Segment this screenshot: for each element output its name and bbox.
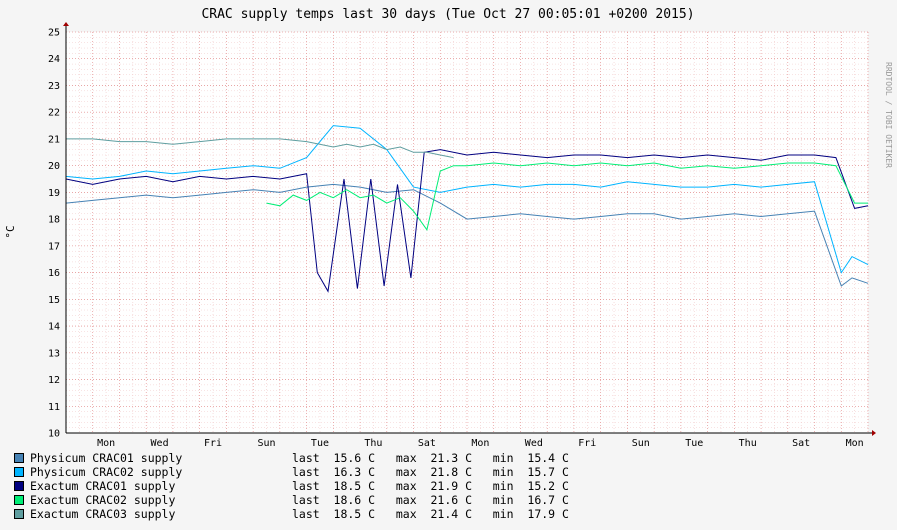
x-tick-label: Sat (418, 438, 436, 449)
y-tick-label: 14 (48, 322, 60, 333)
x-tick-label: Sat (792, 438, 810, 449)
y-tick-label: 21 (48, 134, 60, 145)
x-tick-label: Mon (471, 438, 489, 449)
legend-series-stats: last 16.3 C max 21.8 C min 15.7 C (292, 465, 569, 479)
y-tick-label: 16 (48, 268, 60, 279)
x-tick-label: Mon (97, 438, 115, 449)
x-tick-label: Sun (632, 438, 650, 449)
y-tick-label: 24 (48, 54, 60, 65)
y-tick-label: 10 (48, 429, 60, 440)
x-ticks: Mon Wed Fri Sun Tue Thu Sat Mon Wed Fri Sun Tue Thu S… (97, 438, 864, 449)
x-tick-label: Wed (151, 438, 169, 449)
legend-series-name: Exactum CRAC02 supply (30, 493, 176, 507)
legend-swatch (14, 481, 24, 491)
x-tick-label: Wed (525, 438, 543, 449)
legend-series-name: Physicum CRAC02 supply (30, 465, 183, 479)
legend-swatch (14, 495, 24, 505)
legend-row: Physicum CRAC02 supply last 16.3 C max 21… (14, 465, 569, 479)
legend-series-stats: last 18.5 C max 21.9 C min 15.2 C (292, 479, 569, 493)
y-tick-label: 23 (48, 81, 60, 92)
y-tick-label: 11 (48, 402, 60, 413)
legend-row: Physicum CRAC01 supply last 15.6 C max 21… (14, 451, 569, 465)
x-tick-label: Fri (204, 438, 222, 449)
y-axis-label: °C (4, 225, 17, 238)
legend-series-name: Physicum CRAC01 supply (30, 451, 183, 465)
legend-swatch (14, 453, 24, 463)
x-tick-label: Sun (257, 438, 275, 449)
legend: Physicum CRAC01 supply last 15.6 C max 21… (14, 451, 569, 521)
legend-swatch (14, 509, 24, 519)
x-tick-label: Tue (311, 438, 329, 449)
x-tick-label: Fri (578, 438, 596, 449)
y-tick-label: 19 (48, 188, 60, 199)
y-tick-label: 15 (48, 295, 60, 306)
y-tick-label: 17 (48, 241, 60, 252)
legend-row: Exactum CRAC01 supply last 18.5 C max 21.… (14, 479, 569, 493)
y-tick-label: 12 (48, 375, 60, 386)
legend-series-stats: last 18.5 C max 21.4 C min 17.9 C (292, 507, 569, 521)
chart-title: CRAC supply temps last 30 days (Tue Oct … (201, 7, 694, 22)
y-tick-label: 22 (48, 108, 60, 119)
x-tick-label: Mon (846, 438, 864, 449)
watermark: RRDTOOL / TOBI OETIKER (884, 62, 893, 168)
y-tick-label: 13 (48, 348, 60, 359)
x-tick-label: Thu (739, 438, 757, 449)
y-tick-label: 25 (48, 28, 60, 39)
legend-series-name: Exactum CRAC03 supply (30, 507, 176, 521)
y-tick-label: 20 (48, 161, 60, 172)
legend-series-stats: last 15.6 C max 21.3 C min 15.4 C (292, 451, 569, 465)
x-tick-label: Thu (364, 438, 382, 449)
x-tick-label: Tue (685, 438, 703, 449)
legend-row: Exactum CRAC02 supply last 18.6 C max 21.… (14, 493, 569, 507)
legend-series-name: Exactum CRAC01 supply (30, 479, 176, 493)
y-tick-label: 18 (48, 215, 60, 226)
legend-series-stats: last 18.6 C max 21.6 C min 16.7 C (292, 493, 569, 507)
legend-row: Exactum CRAC03 supply last 18.5 C max 21.… (14, 507, 569, 521)
legend-swatch (14, 467, 24, 477)
